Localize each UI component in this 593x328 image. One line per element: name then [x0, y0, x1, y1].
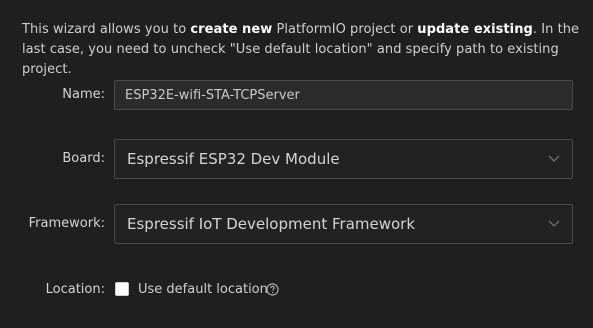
chevron-down-icon: [548, 220, 560, 227]
framework-select[interactable]: Espressif IoT Development Framework: [114, 204, 573, 244]
wizard-description: This wizard allows you to create new Pla…: [22, 20, 582, 80]
intro-text-2: PlatformIO project or: [272, 22, 418, 37]
location-label: Location:: [45, 282, 105, 297]
board-select[interactable]: Espressif ESP32 Dev Module: [114, 139, 573, 179]
intro-text-1: This wizard allows you to: [22, 22, 191, 37]
use-default-location-checkbox[interactable]: [115, 282, 129, 296]
project-name-input[interactable]: [114, 80, 573, 110]
board-selected-value: Espressif ESP32 Dev Module: [127, 150, 340, 168]
name-row: Name:: [0, 80, 593, 110]
chevron-down-icon: [548, 155, 560, 162]
framework-label: Framework:: [28, 216, 105, 231]
location-row: Location: Use default location: [0, 281, 593, 299]
name-label: Name:: [62, 87, 105, 102]
board-label: Board:: [62, 151, 105, 166]
intro-bold-update-existing: update existing: [417, 22, 533, 37]
framework-selected-value: Espressif IoT Development Framework: [127, 215, 416, 233]
intro-bold-create-new: create new: [190, 22, 273, 37]
board-row: Board: Espressif ESP32 Dev Module: [0, 139, 593, 179]
framework-row: Framework: Espressif IoT Development Fra…: [0, 204, 593, 244]
use-default-location-label[interactable]: Use default location: [138, 282, 268, 297]
help-circle-icon[interactable]: [266, 283, 279, 296]
